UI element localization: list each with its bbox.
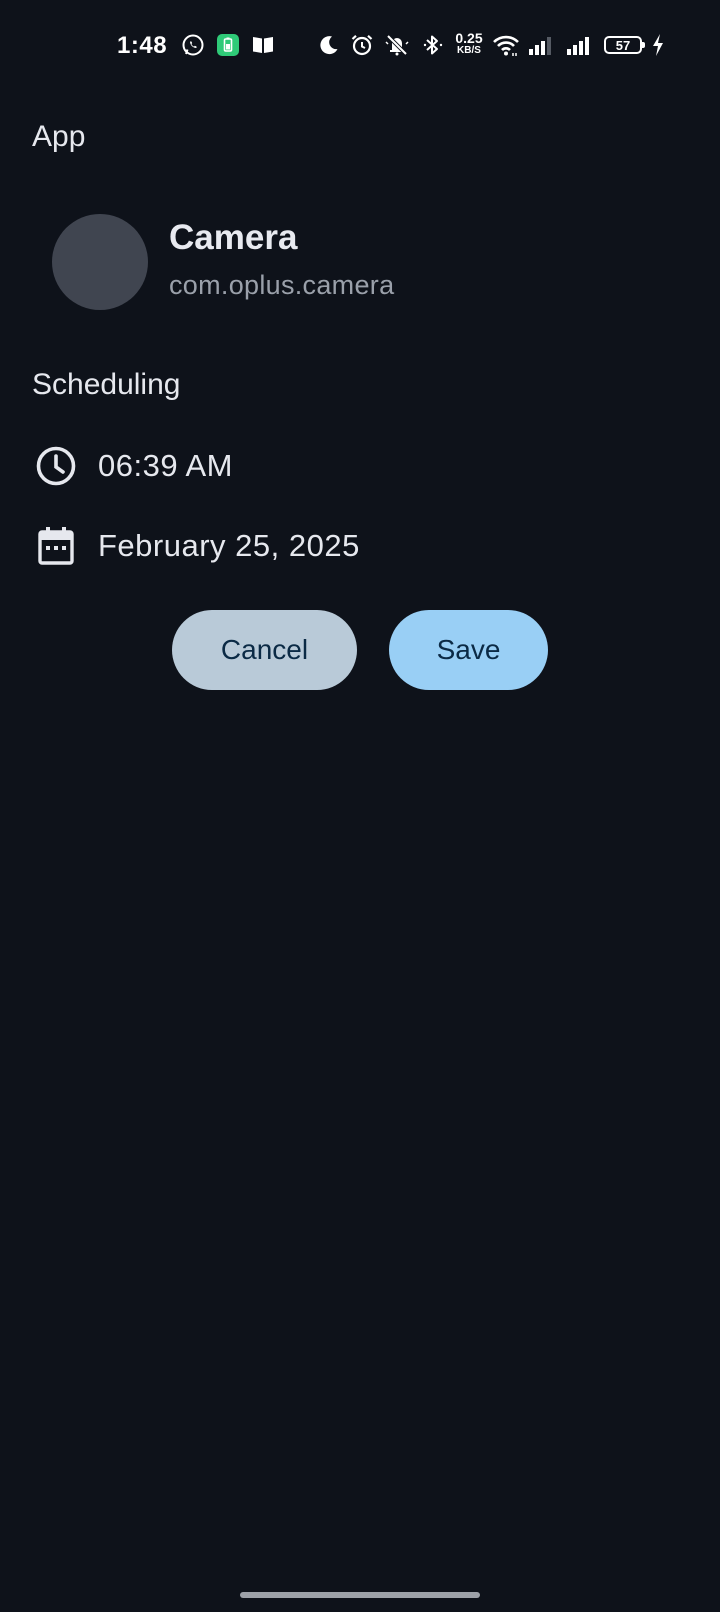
date-picker-row[interactable]: February 25, 2025 <box>34 524 360 568</box>
network-speed-unit: KB/S <box>457 45 481 56</box>
calendar-icon <box>34 524 78 568</box>
app-name: Camera <box>169 218 298 257</box>
book-icon <box>250 32 276 58</box>
app-package-name: com.oplus.camera <box>169 270 395 300</box>
whatsapp-icon <box>180 32 206 58</box>
status-time: 1:48 <box>117 32 168 59</box>
signal-icon <box>526 32 556 58</box>
battery-indicator: 57 <box>604 36 645 54</box>
time-picker-row[interactable]: 06:39 AM <box>34 444 233 488</box>
signal-icon <box>564 32 594 58</box>
silent-icon <box>384 32 410 58</box>
network-speed: 0.25 KB/S <box>451 31 487 56</box>
status-bar: 1:48 0.25 KB/S 57 <box>0 28 720 62</box>
save-button[interactable]: Save <box>389 610 548 690</box>
moon-icon <box>316 32 342 58</box>
scheduling-section-title: Scheduling <box>32 368 181 401</box>
bluetooth-icon <box>420 32 446 58</box>
network-speed-value: 0.25 <box>455 30 483 46</box>
home-indicator[interactable] <box>240 1592 480 1598</box>
scheduled-time: 06:39 AM <box>98 448 233 483</box>
app-section-title: App <box>32 120 86 153</box>
alarm-icon <box>349 32 375 58</box>
app-avatar <box>52 214 148 310</box>
clock-icon <box>34 444 78 488</box>
battery-saver-icon <box>215 32 241 58</box>
scheduled-date: February 25, 2025 <box>98 528 360 563</box>
wifi-icon <box>491 32 521 58</box>
cancel-button[interactable]: Cancel <box>172 610 357 690</box>
charging-icon <box>649 32 667 58</box>
